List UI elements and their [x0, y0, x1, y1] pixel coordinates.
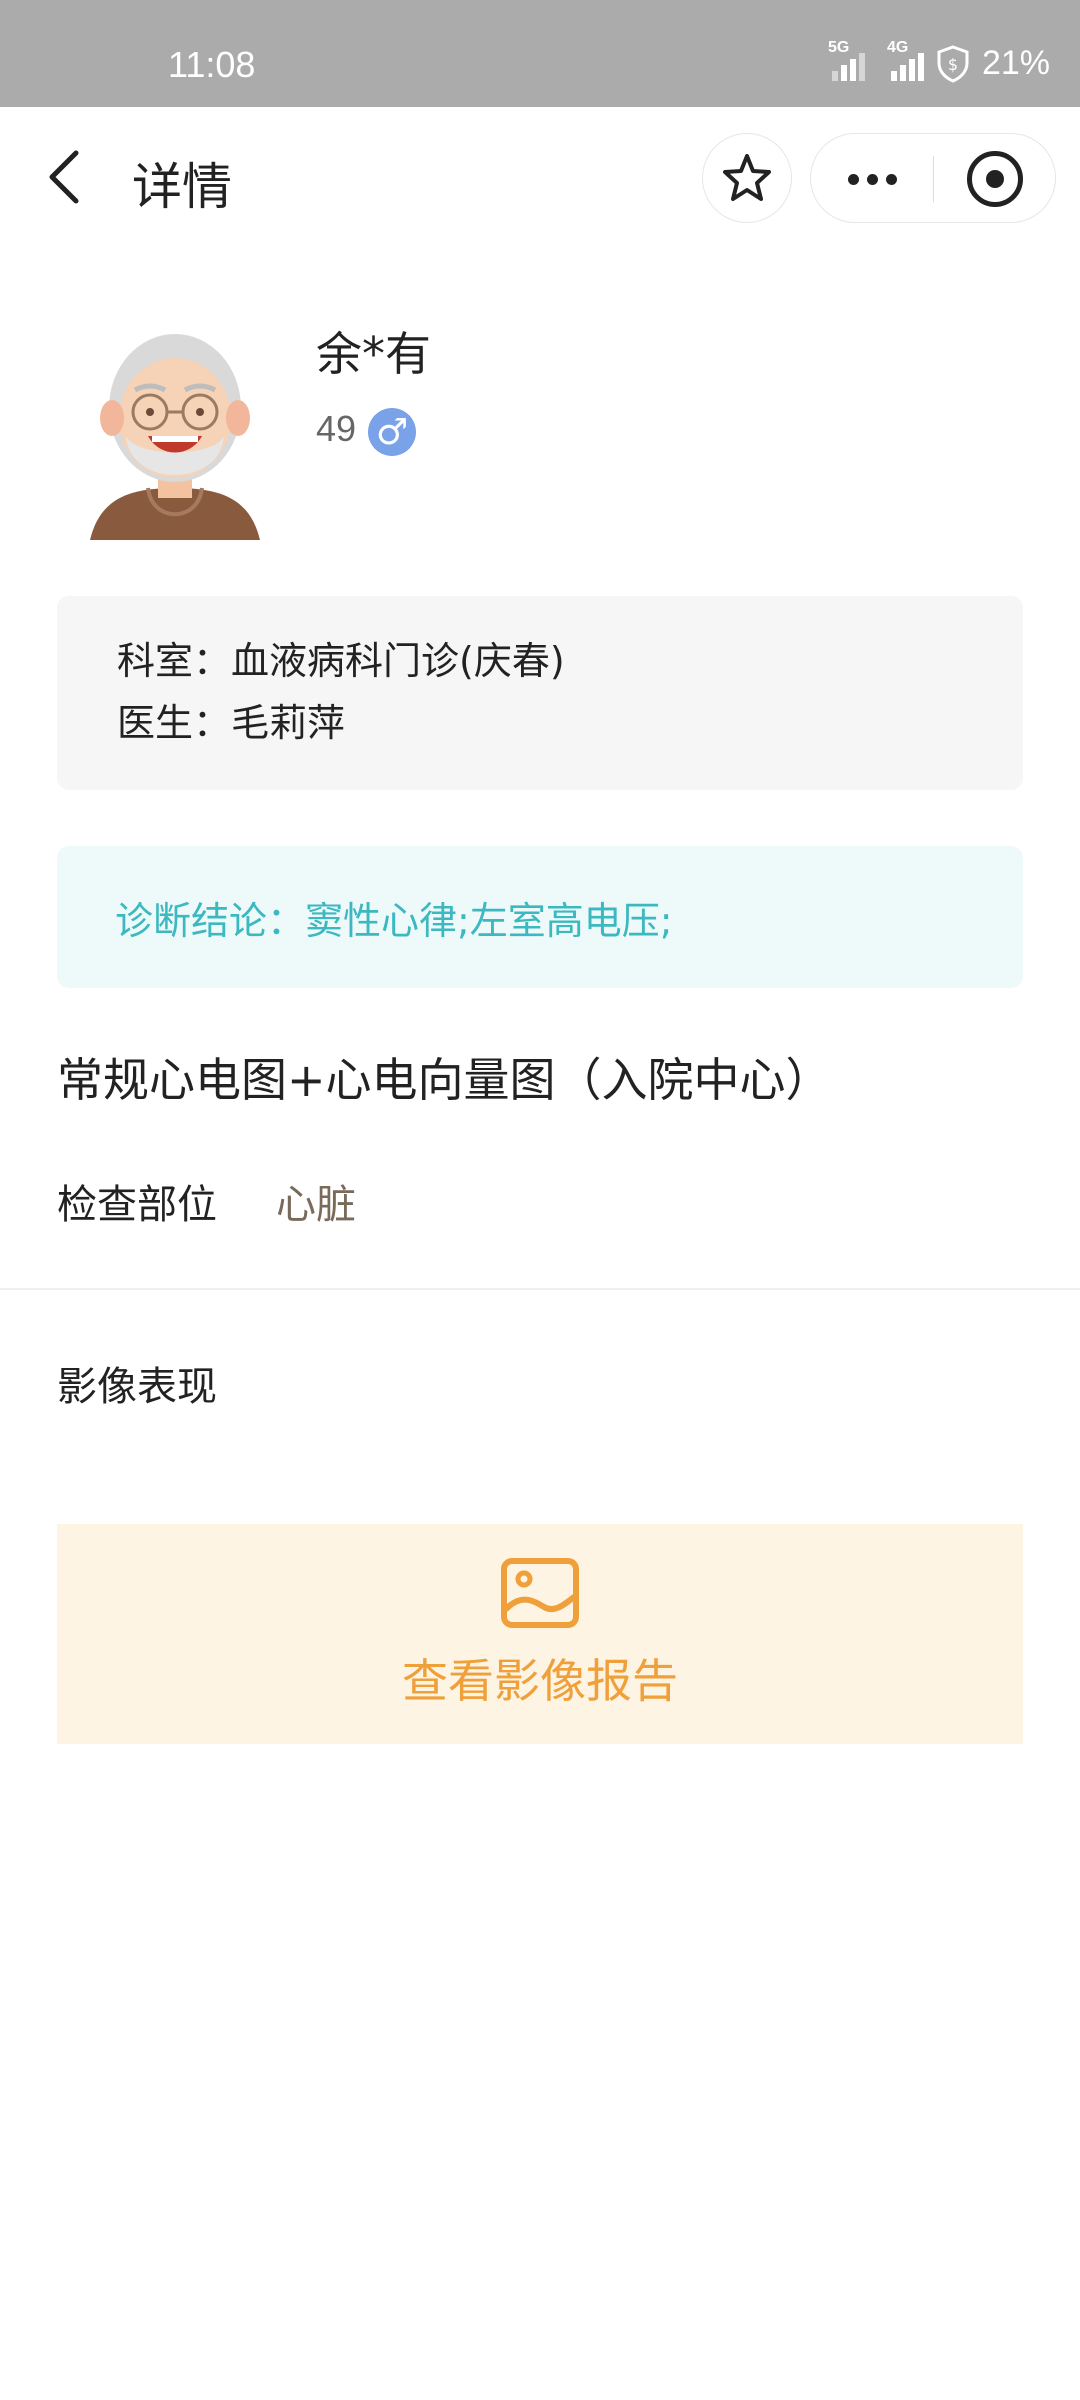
status-time: 11:08: [168, 44, 256, 85]
signal-5g-tag: 5G: [827, 38, 850, 56]
star-icon: [723, 154, 771, 201]
doctor-line: 医生：毛莉萍: [117, 701, 346, 745]
back-arrow-icon[interactable]: [40, 147, 92, 207]
exam-part-label: 检查部位: [57, 1182, 217, 1228]
section-divider: [0, 1288, 1080, 1290]
miniprogram-capsule: [810, 133, 1056, 223]
exam-title: 常规心电图+心电向量图（入院中心）: [57, 1053, 832, 1107]
status-bar: 11:08 5G 4G $ 21%: [0, 0, 1080, 107]
shield-icon: $: [937, 44, 969, 83]
close-miniprogram-button[interactable]: [934, 134, 1056, 224]
svg-text:$: $: [948, 55, 958, 74]
signal-5g-icon: 5G: [828, 39, 865, 81]
nav-header: 详情: [0, 107, 1080, 247]
dot-icon: [847, 173, 859, 185]
target-icon: [967, 151, 1023, 207]
patient-age: 49: [316, 408, 357, 449]
visit-info-card: 科室：血液病科门诊(庆春) 医生：毛莉萍: [57, 596, 1023, 790]
dot-icon: [885, 173, 897, 185]
status-icons: 5G 4G $ 21%: [828, 39, 1050, 83]
signal-4g-icon: 4G: [887, 39, 924, 81]
diagnosis-text: 诊断结论：窦性心律;左室高电压;: [115, 898, 673, 943]
view-image-report-label: 查看影像报告: [402, 1654, 678, 1708]
view-image-report-button[interactable]: 查看影像报告: [57, 1524, 1023, 1744]
battery-percent: 21%: [981, 44, 1050, 82]
dot-icon: [866, 173, 878, 185]
signal-4g-tag: 4G: [886, 38, 909, 56]
patient-name: 余*有: [316, 327, 431, 381]
department-line: 科室：血液病科门诊(庆春): [117, 639, 565, 683]
diagnosis-card: 诊断结论：窦性心律;左室高电压;: [57, 846, 1023, 988]
findings-label: 影像表现: [57, 1364, 217, 1410]
favorite-button[interactable]: [702, 133, 792, 223]
page-title: 详情: [132, 158, 232, 216]
exam-part-value: 心脏: [276, 1182, 356, 1228]
patient-avatar: [90, 334, 260, 540]
male-icon: ♂: [368, 408, 416, 456]
more-options-button[interactable]: [811, 134, 933, 224]
image-icon: [501, 1558, 579, 1628]
